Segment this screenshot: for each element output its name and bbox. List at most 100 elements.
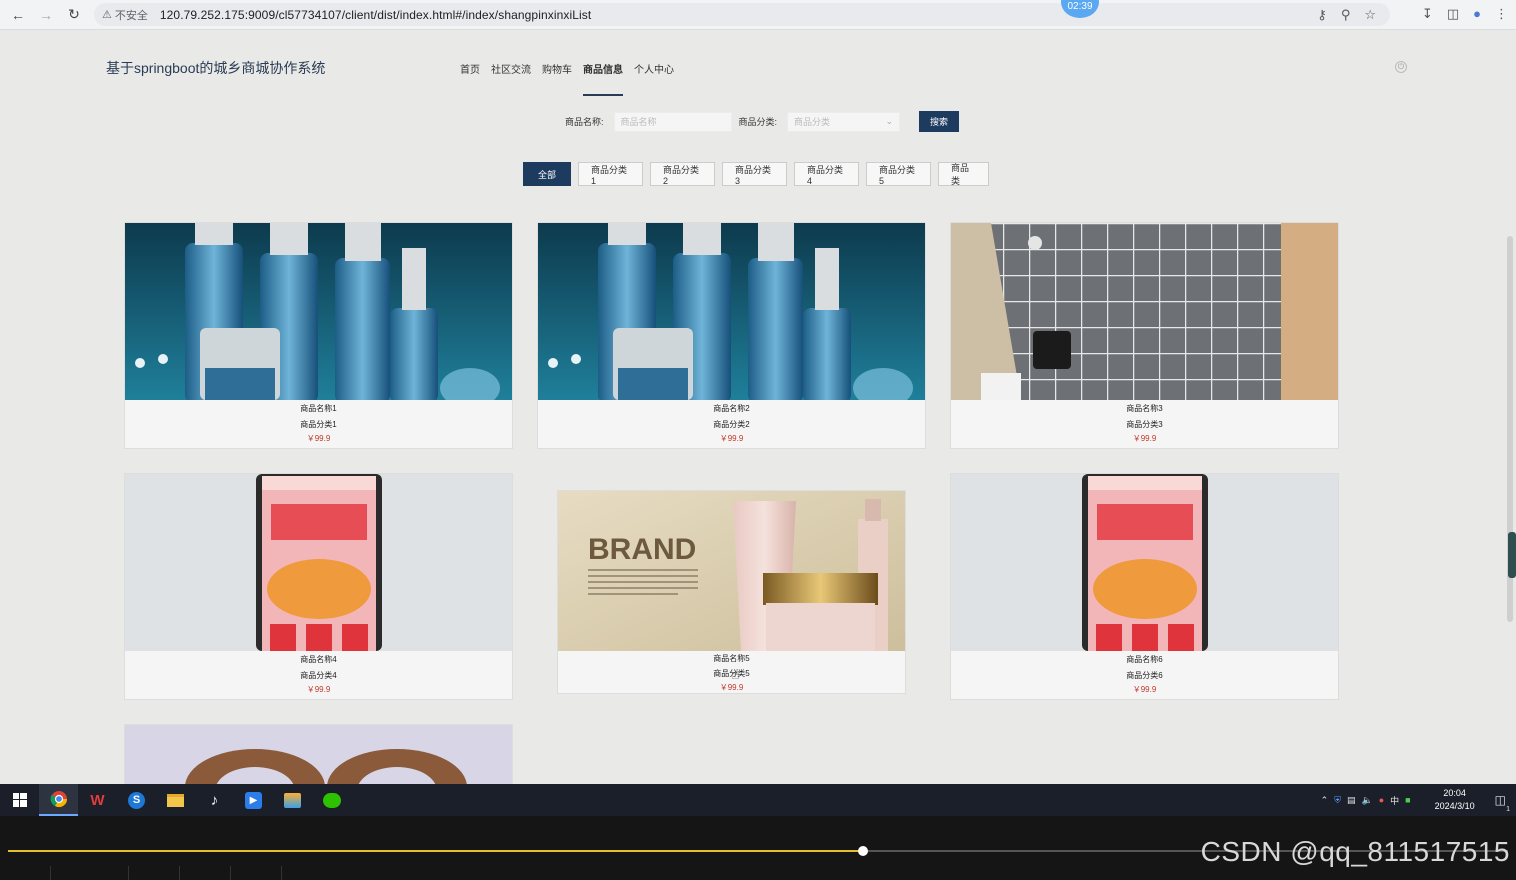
progress-fill bbox=[8, 850, 863, 852]
reload-icon[interactable]: ↻ bbox=[60, 1, 88, 29]
product-category: 商品分类1 bbox=[300, 420, 337, 429]
product-image[interactable]: BRAND bbox=[558, 491, 905, 651]
chevron-down-icon: ⌄ bbox=[885, 116, 894, 126]
shield-icon[interactable]: ⛨ bbox=[1334, 795, 1341, 806]
mic-icon[interactable]: ● bbox=[1379, 795, 1384, 805]
top-nav: 首页 社区交流 购物车 商品信息 个人中心 bbox=[460, 61, 674, 96]
tab-category-2[interactable]: 商品分类2 bbox=[650, 162, 715, 186]
category-select[interactable]: 商品分类 ⌄ bbox=[787, 111, 901, 132]
player-control-4[interactable] bbox=[180, 866, 231, 880]
menu-icon[interactable]: ⋮ bbox=[1495, 6, 1508, 22]
windows-taskbar: W S ♪ ▶ ⌃ ⛨ ▤ 🔈 ● 中 ■ 20:04 2024/3/10 ◫ 1 bbox=[0, 784, 1516, 816]
back-icon[interactable]: ← bbox=[4, 1, 32, 29]
tiktok-icon[interactable]: ♪ bbox=[195, 784, 234, 816]
product-card[interactable]: BRAND 商品名称5 商品分类5 ￥99.9 bbox=[557, 490, 906, 694]
star-icon[interactable]: ☆ bbox=[1364, 7, 1376, 23]
product-price: ￥99.9 bbox=[1132, 434, 1157, 443]
player-control-3[interactable] bbox=[129, 866, 180, 880]
product-price: ￥99.9 bbox=[719, 434, 744, 443]
name-input[interactable]: 商品名称 bbox=[613, 111, 732, 132]
volume-icon[interactable]: 🔈 bbox=[1362, 795, 1373, 806]
sidebar-icon[interactable]: ◫ bbox=[1447, 6, 1459, 22]
download-icon[interactable]: ↧ bbox=[1422, 6, 1433, 22]
ime-indicator[interactable]: 中 bbox=[1390, 794, 1399, 807]
key-icon[interactable]: ⚷ bbox=[1317, 7, 1327, 23]
mouse-cursor-icon: ☝ bbox=[731, 666, 740, 682]
product-card[interactable] bbox=[124, 724, 513, 785]
player-control-2[interactable] bbox=[51, 866, 129, 880]
player-control-1[interactable] bbox=[0, 866, 51, 880]
browser-toolbar: ← → ↻ ⚠ 不安全 120.79.252.175:9009/cl5773410… bbox=[0, 0, 1516, 30]
product-card[interactable]: 商品名称1 商品分类1 ￥99.9 bbox=[124, 222, 513, 449]
insecure-badge[interactable]: ⚠ 不安全 bbox=[102, 7, 148, 23]
video-player-bar: CSDN @qq_811517515 bbox=[0, 816, 1516, 880]
product-name: 商品名称5 bbox=[713, 654, 750, 663]
chevron-up-icon[interactable]: ⌃ bbox=[1321, 795, 1329, 806]
tab-all[interactable]: 全部 bbox=[523, 162, 571, 186]
browser-s-icon[interactable]: S bbox=[117, 784, 156, 816]
wps-icon[interactable]: W bbox=[78, 784, 117, 816]
search-button[interactable]: 搜索 bbox=[919, 111, 960, 132]
tab-category-4[interactable]: 商品分类4 bbox=[794, 162, 859, 186]
product-name: 商品名称2 bbox=[713, 404, 750, 413]
forward-icon[interactable]: → bbox=[32, 1, 60, 29]
progress-knob[interactable] bbox=[858, 846, 868, 856]
tab-category-1[interactable]: 商品分类1 bbox=[578, 162, 643, 186]
product-card[interactable]: 商品名称6 商品分类6 ￥99.9 bbox=[950, 473, 1339, 700]
nav-home[interactable]: 首页 bbox=[460, 61, 480, 96]
tab-category-3[interactable]: 商品分类3 bbox=[722, 162, 787, 186]
category-label: 商品分类: bbox=[738, 117, 778, 127]
address-bar[interactable]: ⚠ 不安全 120.79.252.175:9009/cl57734107/clie… bbox=[94, 3, 1390, 26]
csdn-watermark: CSDN @qq_811517515 bbox=[1200, 836, 1510, 867]
product-image[interactable] bbox=[125, 725, 512, 785]
product-category: 商品分类4 bbox=[300, 671, 337, 680]
category-tabs: 全部 商品分类1 商品分类2 商品分类3 商品分类4 商品分类5 商品类 bbox=[523, 162, 989, 186]
product-price: ￥99.9 bbox=[1132, 685, 1157, 694]
nav-products[interactable]: 商品信息 bbox=[583, 61, 623, 96]
chrome-icon[interactable] bbox=[39, 784, 78, 816]
side-handle[interactable] bbox=[1508, 532, 1516, 578]
product-card[interactable]: 商品名称2 商品分类2 ￥99.9 bbox=[537, 222, 926, 449]
file-explorer-icon[interactable] bbox=[156, 784, 195, 816]
product-category: 商品分类2 bbox=[713, 420, 750, 429]
product-price: ￥99.9 bbox=[719, 683, 744, 692]
product-image[interactable] bbox=[125, 223, 512, 400]
windows-start-icon[interactable] bbox=[0, 784, 39, 816]
poster-brand-text: BRAND bbox=[588, 533, 696, 566]
notification-icon[interactable]: ◫ 1 bbox=[1495, 793, 1510, 813]
product-name: 商品名称3 bbox=[1126, 404, 1163, 413]
product-card[interactable]: 商品名称4 商品分类4 ￥99.9 bbox=[124, 473, 513, 700]
warning-icon: ⚠ bbox=[102, 9, 112, 21]
clock[interactable]: 20:04 2024/3/10 bbox=[1435, 787, 1475, 813]
profile-icon[interactable]: ● bbox=[1473, 6, 1481, 22]
product-price: ￥99.9 bbox=[306, 685, 331, 694]
product-price: ￥99.9 bbox=[306, 434, 331, 443]
product-image[interactable] bbox=[125, 474, 512, 651]
nav-profile[interactable]: 个人中心 bbox=[634, 61, 674, 96]
product-category: 商品分类6 bbox=[1126, 671, 1163, 680]
nav-community[interactable]: 社区交流 bbox=[491, 61, 531, 96]
site-title: 基于springboot的城乡商城协作系统 bbox=[106, 60, 326, 76]
app-tray-icon[interactable]: ■ bbox=[1405, 795, 1410, 805]
video-player-icon[interactable]: ▶ bbox=[234, 784, 273, 816]
url-text: 120.79.252.175:9009/cl57734107/client/di… bbox=[159, 7, 592, 22]
wechat-icon[interactable] bbox=[312, 784, 351, 816]
nav-cart[interactable]: 购物车 bbox=[542, 61, 572, 96]
logout-icon[interactable]: ⏻ bbox=[1395, 61, 1407, 73]
product-name: 商品名称4 bbox=[300, 655, 337, 664]
tab-category-5[interactable]: 商品分类5 bbox=[866, 162, 931, 186]
product-image[interactable] bbox=[951, 223, 1338, 400]
search-form: 商品名称: 商品名称 商品分类: 商品分类 ⌄ 搜索 bbox=[565, 111, 960, 132]
player-control-5[interactable] bbox=[231, 866, 282, 880]
product-image[interactable] bbox=[538, 223, 925, 400]
system-tray: ⌃ ⛨ ▤ 🔈 ● 中 ■ 20:04 2024/3/10 ◫ 1 bbox=[1321, 784, 1510, 816]
product-image[interactable] bbox=[951, 474, 1338, 651]
tab-category-other[interactable]: 商品类 bbox=[938, 162, 989, 186]
zoom-icon[interactable]: ⚲ bbox=[1341, 7, 1351, 23]
name-label: 商品名称: bbox=[565, 117, 604, 127]
product-name: 商品名称1 bbox=[300, 404, 337, 413]
product-card[interactable]: 商品名称3 商品分类3 ￥99.9 bbox=[950, 222, 1339, 449]
network-icon[interactable]: ▤ bbox=[1347, 795, 1356, 806]
photo-app-icon[interactable] bbox=[273, 784, 312, 816]
product-name: 商品名称6 bbox=[1126, 655, 1163, 664]
